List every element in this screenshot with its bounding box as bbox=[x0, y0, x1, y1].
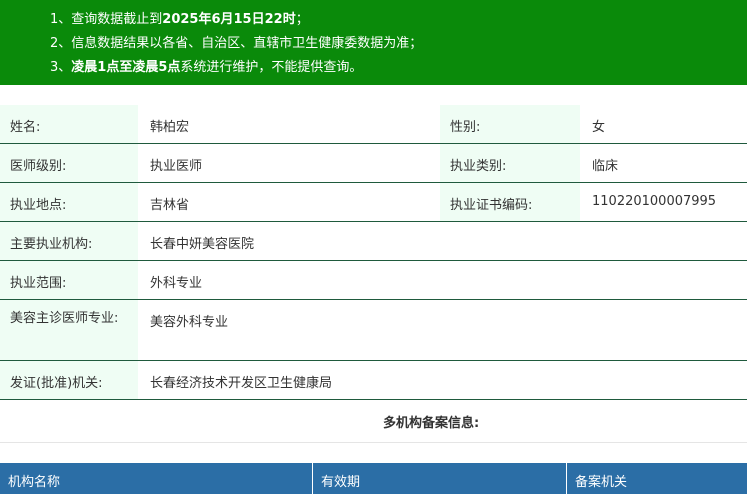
cosmetic-value: 美容外科专业 bbox=[150, 315, 229, 330]
name-label: 姓名: bbox=[0, 105, 138, 143]
multi-institution-title: 多机构备案信息: bbox=[383, 416, 480, 431]
category-label: 执业类别: bbox=[440, 144, 580, 182]
notice-line-1: 1、查询数据截止到2025年6月15日22时； bbox=[50, 12, 309, 27]
gender-value: 女 bbox=[592, 120, 606, 135]
row-scope: 执业范围: 外科专业 bbox=[0, 261, 747, 300]
row-cosmetic: 美容主诊医师专业: 美容外科专业 bbox=[0, 300, 747, 361]
level-label: 医师级别: bbox=[0, 144, 138, 182]
category-value: 临床 bbox=[592, 159, 619, 174]
header-filing-authority: 备案机关 bbox=[575, 475, 628, 490]
notice-banner: 1、查询数据截止到2025年6月15日22时； 2、信息数据结果以各省、自治区、… bbox=[0, 0, 747, 85]
scope-value: 外科专业 bbox=[150, 276, 203, 291]
row-name-gender: 姓名: 韩柏宏 性别: 女 bbox=[0, 105, 747, 144]
filing-table-header: 机构名称 有效期 备案机关 bbox=[0, 463, 747, 494]
scope-label: 执业范围: bbox=[0, 261, 138, 299]
issuer-value: 长春经济技术开发区卫生健康局 bbox=[150, 376, 333, 391]
notice-line-2: 2、信息数据结果以各省、自治区、直辖市卫生健康委数据为准； bbox=[50, 36, 423, 51]
name-value: 韩柏宏 bbox=[150, 120, 190, 135]
institution-value: 长春中妍美容医院 bbox=[150, 237, 255, 252]
row-location-cert: 执业地点: 吉林省 执业证书编码: 110220100007995 bbox=[0, 183, 747, 222]
cert-value: 110220100007995 bbox=[592, 194, 717, 209]
row-issuer: 发证(批准)机关: 长春经济技术开发区卫生健康局 bbox=[0, 361, 747, 400]
notice-line-3: 3、凌晨1点至凌晨5点系统进行维护，不能提供查询。 bbox=[50, 60, 363, 75]
header-institution-name: 机构名称 bbox=[0, 463, 313, 494]
location-value: 吉林省 bbox=[150, 198, 190, 213]
row-level-category: 医师级别: 执业医师 执业类别: 临床 bbox=[0, 144, 747, 183]
multi-institution-section: 多机构备案信息: bbox=[0, 400, 747, 443]
institution-label: 主要执业机构: bbox=[0, 222, 138, 260]
header-validity: 有效期 bbox=[313, 463, 567, 494]
cosmetic-label: 美容主诊医师专业: bbox=[0, 300, 138, 360]
cert-label: 执业证书编码: bbox=[440, 183, 580, 221]
doctor-info-table: 姓名: 韩柏宏 性别: 女 医师级别: 执业医师 执业类别: 临床 执业地点: … bbox=[0, 105, 747, 400]
gender-label: 性别: bbox=[440, 105, 580, 143]
level-value: 执业医师 bbox=[150, 159, 203, 174]
issuer-label: 发证(批准)机关: bbox=[0, 361, 138, 399]
row-institution: 主要执业机构: 长春中妍美容医院 bbox=[0, 222, 747, 261]
location-label: 执业地点: bbox=[0, 183, 138, 221]
